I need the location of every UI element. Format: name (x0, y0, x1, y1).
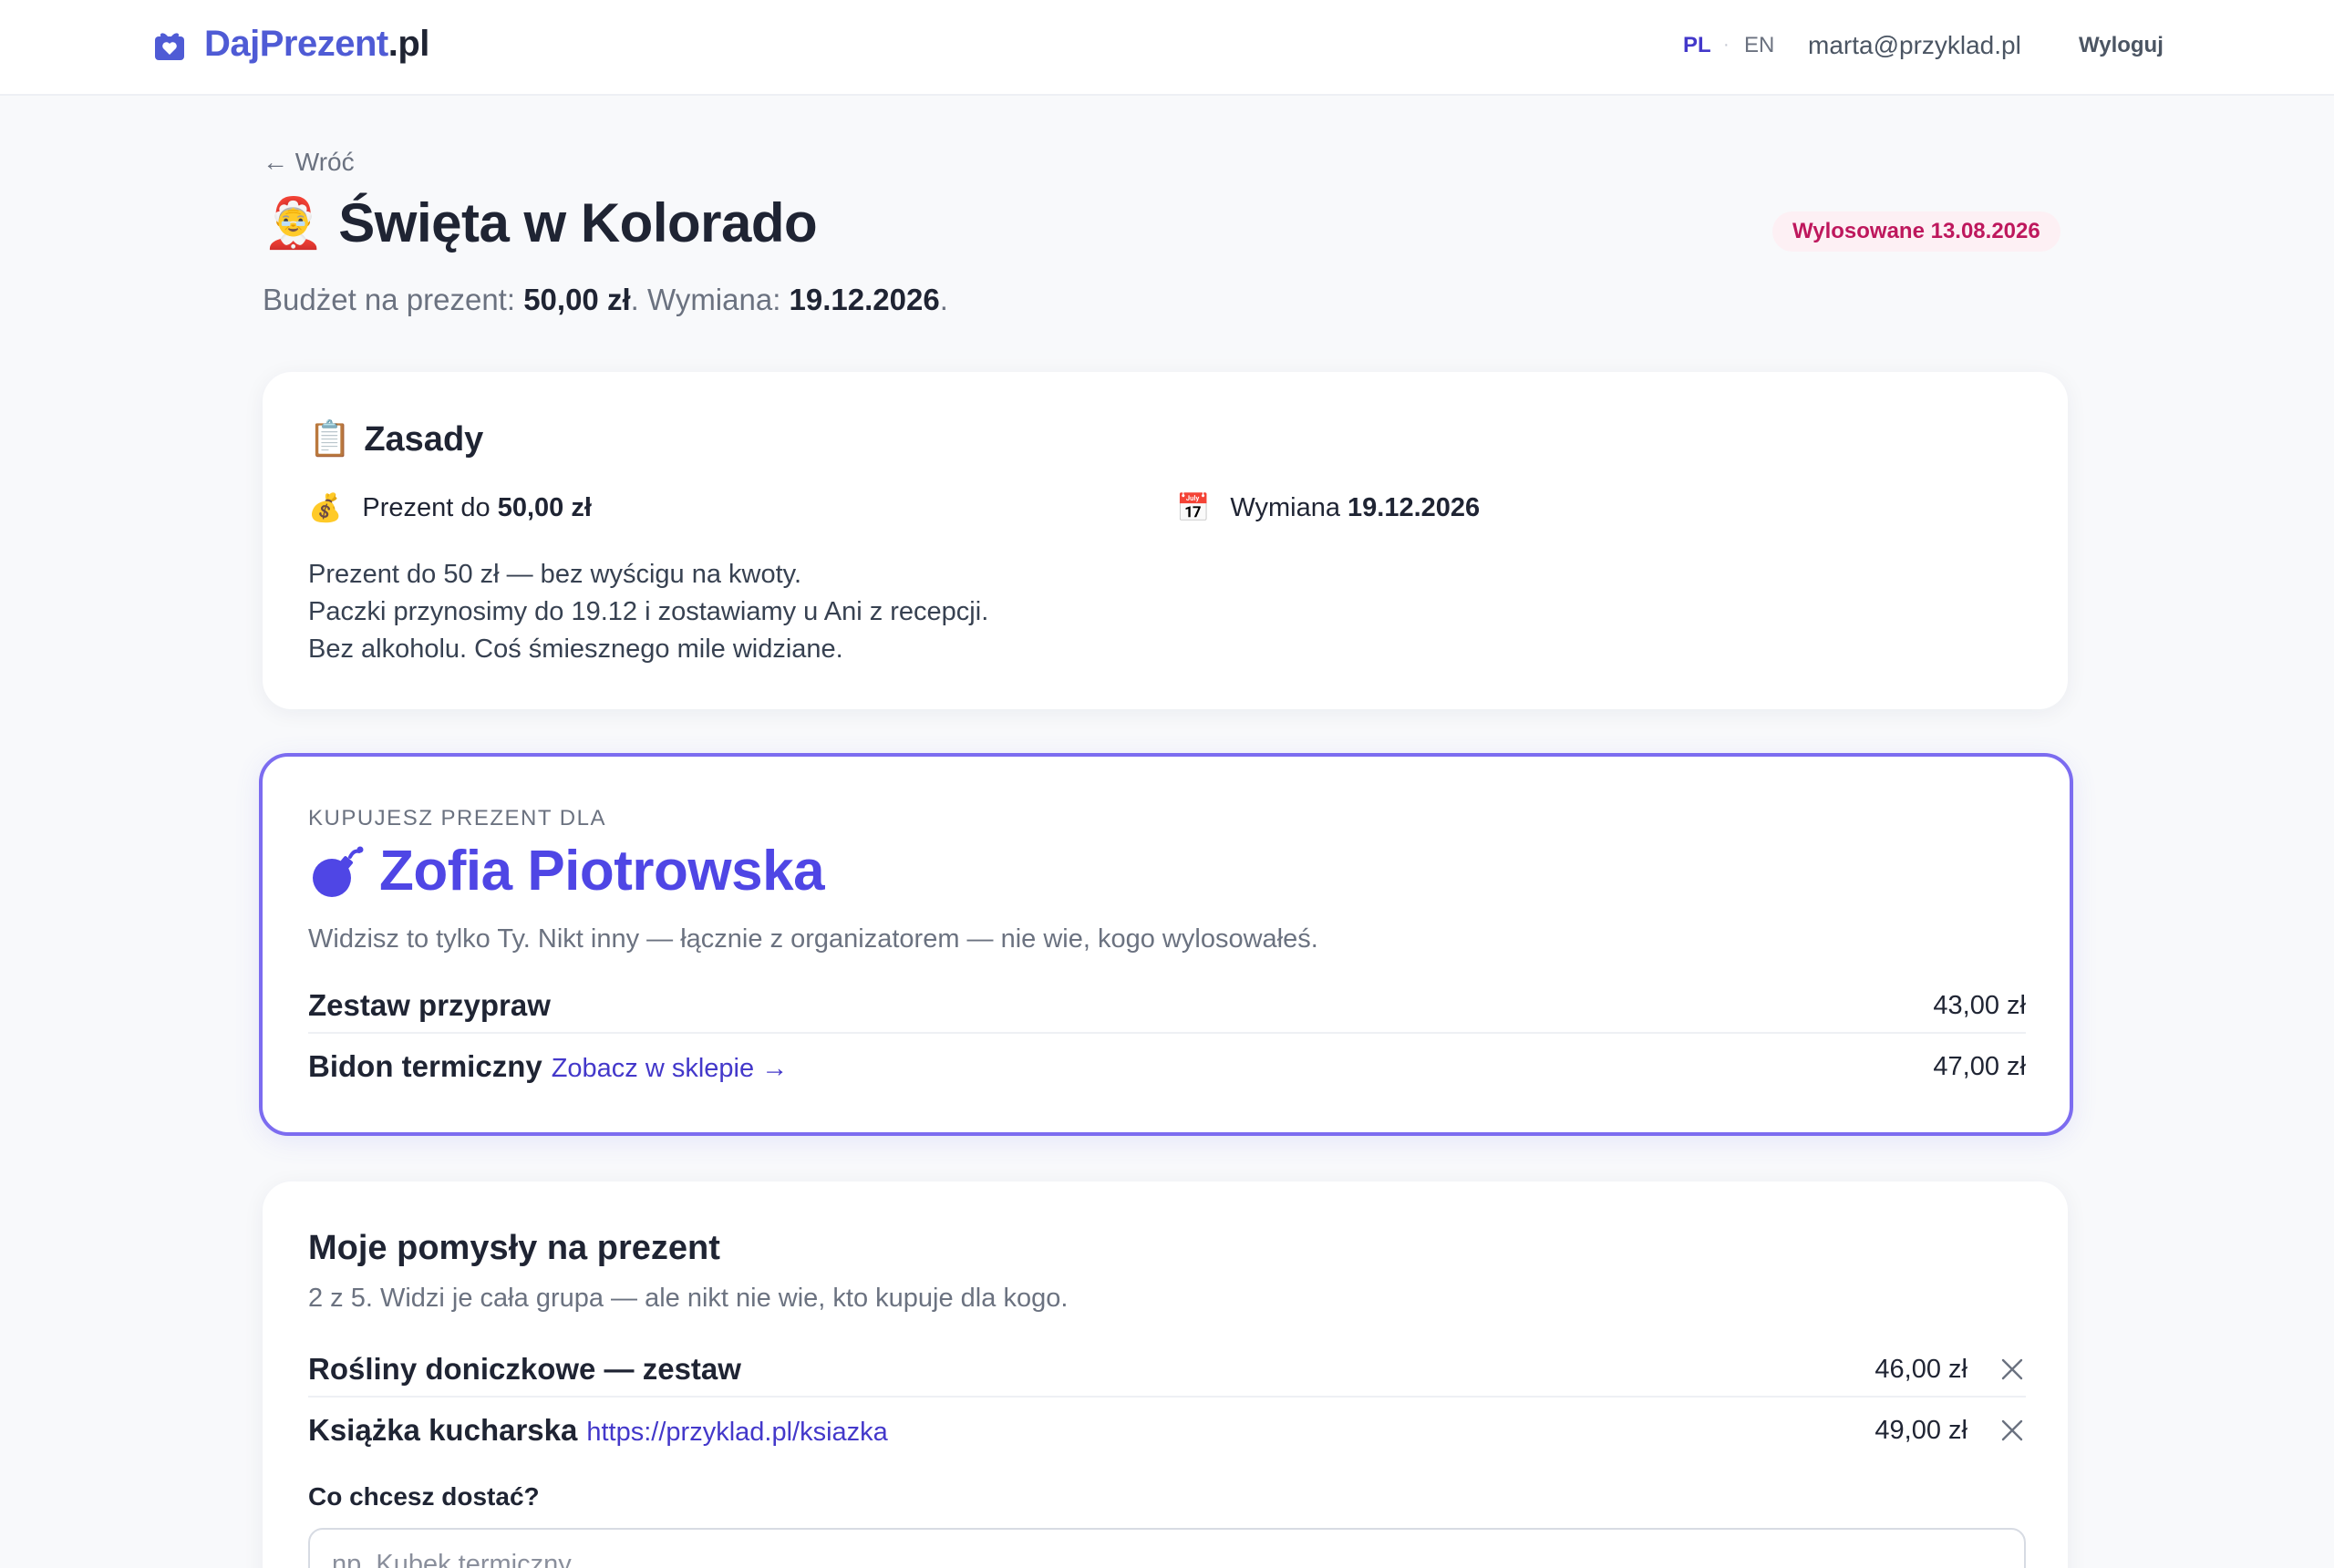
close-icon[interactable] (1998, 1356, 2026, 1383)
santa-emoji-icon: 🤶 (263, 195, 325, 251)
idea-item-price: 46,00 zł (1874, 1354, 1967, 1384)
lang-en-link[interactable]: EN (1744, 33, 1774, 58)
brand-logo[interactable]: DajPrezent.pl (151, 24, 429, 65)
ideas-subtitle: 2 z 5. Widzi je cała grupa — ale nikt ni… (308, 1284, 1069, 1313)
rules-description: Prezent do 50 zł — bez wyścigu na kwoty.… (308, 556, 988, 668)
top-bar: DajPrezent.pl PL · EN marta@przyklad.pl … (0, 0, 2334, 96)
wishlist-item: Bidon termiczny Zobacz w sklepie → 47,00 … (308, 1039, 2026, 1094)
ideas-heading: Moje pomysły na prezent (308, 1229, 720, 1267)
new-idea-label: Co chcesz dostać? (308, 1482, 540, 1511)
wishlist-item-name: Zestaw przypraw (308, 988, 551, 1022)
idea-item: Książka kucharska https://przyklad.pl/ksi… (308, 1403, 2026, 1458)
idea-item: Rośliny doniczkowe — zestaw 46,00 zł (308, 1343, 2026, 1398)
page-subtitle: Budżet na prezent: 50,00 zł. Wymiana: 19… (263, 283, 948, 316)
status-badge: Wylosowane 13.08.2026 (1772, 211, 2060, 252)
logout-button[interactable]: Wyloguj (2079, 33, 2164, 58)
back-link[interactable]: ← Wróć (263, 148, 355, 177)
rules-heading: 📋 Zasady (308, 419, 484, 459)
rule-budget: 💰 Prezent do 50,00 zł (308, 493, 592, 523)
wishlist-item-price: 43,00 zł (1933, 990, 2026, 1020)
user-email: marta@przyklad.pl (1808, 31, 2021, 59)
rule-exchange-date: 📅 Wymiana 19.12.2026 (1176, 493, 1481, 523)
budget-value: 50,00 zł (523, 283, 631, 316)
money-bag-icon: 💰 (308, 493, 343, 523)
rules-line: Prezent do 50 zł — bez wyścigu na kwoty. (308, 560, 802, 589)
rules-line: Bez alkoholu. Coś śmiesznego mile widzia… (308, 634, 843, 664)
lang-pl-link[interactable]: PL (1683, 33, 1711, 58)
idea-item-price: 49,00 zł (1874, 1415, 1967, 1445)
brand-name: DajPrezent.pl (204, 24, 429, 64)
gift-ideas-card: Moje pomysły na prezent 2 z 5. Widzi je … (263, 1181, 2068, 1568)
bomb-icon (313, 846, 364, 897)
shop-link[interactable]: Zobacz w sklepie → (552, 1054, 789, 1083)
exchange-date-value: 19.12.2026 (789, 283, 940, 316)
wishlist-item-name: Bidon termiczny (308, 1049, 542, 1083)
close-icon[interactable] (1998, 1417, 2026, 1444)
wishlist-item: Zestaw przypraw 43,00 zł (308, 979, 2026, 1034)
calendar-icon: 📅 (1176, 493, 1211, 523)
lang-separator: · (1723, 35, 1730, 55)
recipient-name-row: Zofia Piotrowska (308, 839, 825, 903)
rules-line: Paczki przynosimy do 19.12 i zostawiamy … (308, 597, 989, 626)
recipient-name: Zofia Piotrowska (379, 840, 825, 903)
page-title-row: 🤶 Święta w Kolorado (263, 191, 818, 254)
privacy-note: Widzisz to tylko Ty. Nikt inny — łącznie… (308, 924, 1318, 954)
gift-icon (155, 32, 184, 60)
recipient-kicker: KUPUJESZ PREZENT DLA (308, 806, 606, 830)
new-idea-input[interactable] (308, 1528, 2026, 1568)
page-title: Święta w Kolorado (338, 192, 818, 253)
wishlist-item-price: 47,00 zł (1933, 1051, 2026, 1081)
clipboard-icon: 📋 (308, 420, 352, 459)
rules-card: 📋 Zasady 💰 Prezent do 50,00 zł 📅 Wymiana… (263, 372, 2068, 709)
idea-item-link[interactable]: https://przyklad.pl/ksiazka (586, 1418, 887, 1447)
idea-item-name: Rośliny doniczkowe — zestaw (308, 1352, 741, 1386)
idea-item-name: Książka kucharska (308, 1413, 578, 1447)
recipient-card: KUPUJESZ PREZENT DLA Zofia Piotrowska Wi… (259, 753, 2073, 1136)
